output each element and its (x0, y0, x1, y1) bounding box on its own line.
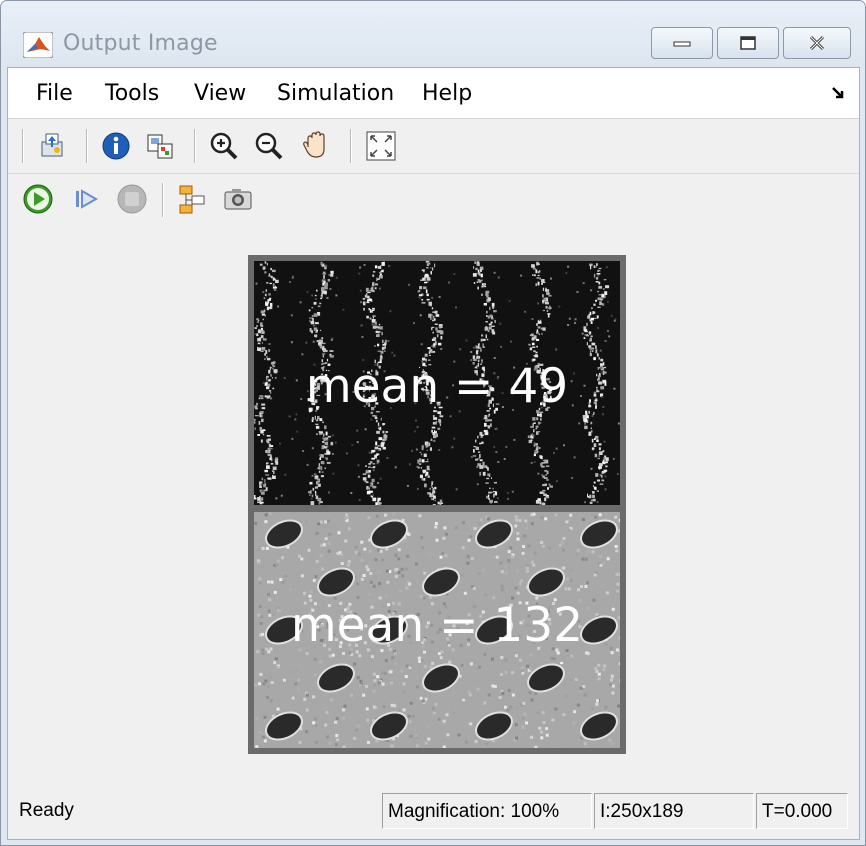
close-icon (809, 35, 825, 51)
output-image-window: Output Image File Tools View Simulation … (0, 0, 866, 846)
menu-file[interactable]: File (36, 81, 73, 106)
info-icon[interactable] (100, 130, 132, 162)
pan-hand-icon[interactable] (300, 129, 332, 161)
title-bar[interactable]: Output Image (1, 1, 865, 67)
status-sim-time: T=0.000 (756, 793, 848, 829)
menu-bar: File Tools View Simulation Help (8, 68, 859, 119)
zoom-out-icon[interactable] (253, 130, 285, 162)
minimize-icon (673, 41, 691, 47)
toolbar-separator (350, 129, 352, 163)
window-content: File Tools View Simulation Help mean = 4… (7, 67, 860, 840)
menu-tools[interactable]: Tools (105, 81, 159, 106)
texture-dark-image: mean = 49 (254, 261, 620, 505)
menu-help[interactable]: Help (422, 81, 472, 106)
toolbar-simulation (8, 174, 859, 224)
status-magnification: Magnification: 100% (382, 793, 592, 829)
menu-view[interactable]: View (194, 81, 246, 106)
export-icon[interactable] (144, 130, 176, 162)
fit-to-view-icon[interactable] (365, 130, 397, 162)
zoom-in-icon[interactable] (208, 130, 240, 162)
image-frame: mean = 49 mean = 132 (248, 255, 626, 754)
minimize-button[interactable] (651, 27, 713, 59)
status-image-size: I:250x189 (594, 793, 754, 829)
status-bar: Ready Magnification: 100% I:250x189 T=0.… (8, 785, 859, 839)
bottom-mean-label: mean = 132 (290, 598, 584, 653)
toolbar-separator (162, 183, 164, 217)
step-forward-icon[interactable] (70, 183, 102, 215)
texture-light-image: mean = 132 (254, 512, 620, 748)
image-canvas: mean = 49 mean = 132 (8, 225, 859, 785)
toolbar-separator (194, 129, 196, 163)
top-mean-label: mean = 49 (305, 359, 569, 414)
toolbar-main (8, 119, 859, 174)
matlab-logo-icon (23, 32, 53, 58)
close-button[interactable] (783, 27, 851, 59)
print-icon[interactable] (36, 130, 68, 162)
dock-arrow-icon[interactable] (831, 86, 845, 100)
toolbar-separator (86, 129, 88, 163)
stop-icon[interactable] (116, 183, 148, 215)
status-state: Ready (19, 800, 74, 821)
snapshot-icon[interactable] (222, 183, 254, 215)
highlight-block-icon[interactable] (176, 183, 208, 215)
window-title: Output Image (63, 31, 218, 56)
run-icon[interactable] (22, 183, 54, 215)
maximize-icon (740, 36, 756, 50)
toolbar-separator (22, 129, 24, 163)
maximize-button[interactable] (717, 27, 779, 59)
menu-simulation[interactable]: Simulation (277, 81, 394, 106)
